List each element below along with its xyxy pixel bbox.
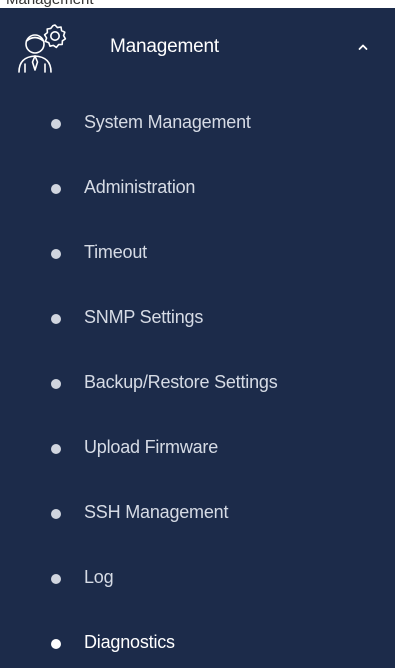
menu-item-log[interactable]: Log (0, 547, 395, 612)
menu-item-label: SSH Management (84, 502, 229, 522)
menu-item-administration[interactable]: Administration (0, 157, 395, 222)
menu-item-label: Log (84, 567, 114, 587)
menu-item-snmp-settings[interactable]: SNMP Settings (0, 287, 395, 352)
menu-item-label: System Management (84, 112, 251, 132)
bullet-icon (51, 379, 61, 389)
menu-item-label: Timeout (84, 242, 147, 262)
menu-item-system-management[interactable]: System Management (0, 92, 395, 157)
top-clipped-strip: Management (0, 0, 395, 8)
menu-item-label: Administration (84, 177, 196, 197)
menu-item-diagnostics[interactable]: Diagnostics (0, 612, 395, 668)
chevron-up-icon[interactable] (356, 40, 370, 54)
admin-gear-icon (18, 24, 67, 73)
menu-item-label: Upload Firmware (84, 437, 219, 457)
menu-item-label: Backup/Restore Settings (84, 372, 278, 392)
submenu-list: System Management Administration Timeout… (0, 92, 395, 668)
bullet-icon (51, 639, 61, 649)
management-group-header[interactable]: Management (0, 8, 395, 86)
bullet-icon (51, 314, 61, 324)
bullet-icon (51, 249, 61, 259)
menu-item-ssh-management[interactable]: SSH Management (0, 482, 395, 547)
menu-item-backup-restore-settings[interactable]: Backup/Restore Settings (0, 352, 395, 417)
bullet-icon (51, 509, 61, 519)
menu-item-label: SNMP Settings (84, 307, 204, 327)
group-title: Management (110, 36, 219, 57)
clipped-text: Management (6, 0, 94, 8)
bullet-icon (51, 119, 61, 129)
bullet-icon (51, 574, 61, 584)
bullet-icon (51, 184, 61, 194)
menu-item-timeout[interactable]: Timeout (0, 222, 395, 287)
menu-item-label: Diagnostics (84, 632, 175, 652)
bullet-icon (51, 444, 61, 454)
sidebar: Management System Management Administrat… (0, 8, 395, 668)
menu-item-upload-firmware[interactable]: Upload Firmware (0, 417, 395, 482)
